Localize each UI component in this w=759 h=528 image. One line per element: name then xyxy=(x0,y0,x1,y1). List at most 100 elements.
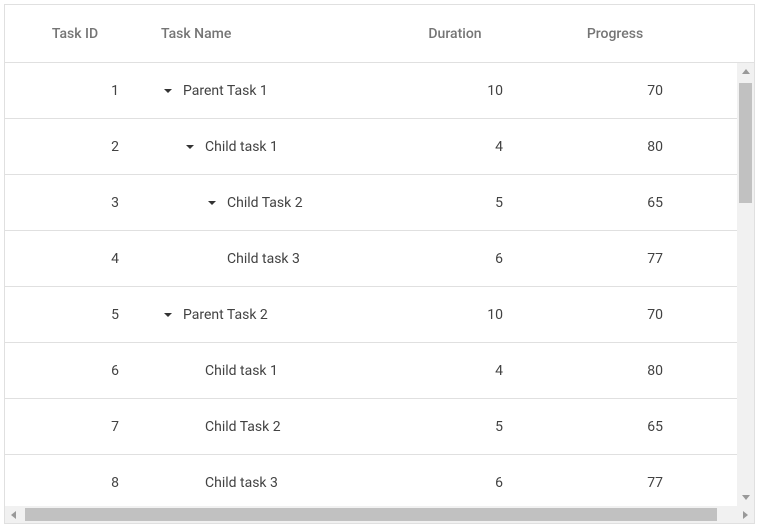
caret-down-icon[interactable] xyxy=(161,84,175,98)
duration-value: 6 xyxy=(495,475,503,491)
cell-duration: 10 xyxy=(375,63,535,118)
task-name-value: Child task 1 xyxy=(205,363,278,379)
progress-value: 77 xyxy=(647,475,663,491)
table-row[interactable]: 4 Child task 3 6 77 xyxy=(5,231,737,287)
cell-spacer xyxy=(695,455,737,506)
cell-task-id: 2 xyxy=(5,119,145,174)
column-header-label: Task Name xyxy=(161,26,231,42)
task-name-value: Parent Task 1 xyxy=(183,83,268,99)
cell-duration: 5 xyxy=(375,175,535,230)
horizontal-scrollbar-thumb[interactable] xyxy=(25,508,717,521)
cell-spacer xyxy=(695,175,737,230)
cell-task-name: Parent Task 2 xyxy=(145,287,375,342)
caret-down-icon[interactable] xyxy=(205,196,219,210)
cell-task-id: 4 xyxy=(5,231,145,286)
progress-value: 65 xyxy=(647,195,663,211)
cell-task-name: Child Task 2 xyxy=(145,175,375,230)
cell-task-name: Parent Task 1 xyxy=(145,63,375,118)
cell-progress: 77 xyxy=(535,455,695,506)
task-name-value: Child task 1 xyxy=(205,139,278,155)
cell-duration: 4 xyxy=(375,119,535,174)
progress-value: 77 xyxy=(647,251,663,267)
cell-progress: 65 xyxy=(535,175,695,230)
task-id-value: 6 xyxy=(111,363,119,379)
column-header-progress[interactable]: Progress xyxy=(535,5,695,62)
table-row[interactable]: 3 Child Task 2 5 65 xyxy=(5,175,737,231)
progress-value: 70 xyxy=(647,307,663,323)
cell-progress: 77 xyxy=(535,231,695,286)
scroll-arrow-up-icon[interactable] xyxy=(737,63,754,80)
progress-value: 65 xyxy=(647,419,663,435)
tree-indent xyxy=(161,370,183,371)
cell-task-id: 8 xyxy=(5,455,145,506)
column-header-label: Task ID xyxy=(52,26,98,42)
scroll-arrow-left-icon[interactable] xyxy=(5,506,22,523)
progress-value: 70 xyxy=(647,83,663,99)
tree-indent xyxy=(161,202,205,203)
task-id-value: 8 xyxy=(111,475,119,491)
cell-duration: 10 xyxy=(375,287,535,342)
cell-task-id: 6 xyxy=(5,343,145,398)
cell-task-id: 7 xyxy=(5,399,145,454)
cell-task-name: Child Task 2 xyxy=(145,399,375,454)
cell-spacer xyxy=(695,231,737,286)
table-row[interactable]: 1 Parent Task 1 10 70 xyxy=(5,63,737,119)
task-id-value: 1 xyxy=(111,83,119,99)
task-name-value: Parent Task 2 xyxy=(183,307,268,323)
duration-value: 10 xyxy=(487,307,503,323)
cell-progress: 70 xyxy=(535,287,695,342)
tree-grid: Task ID Task Name Duration Progress 1 Par… xyxy=(4,4,755,524)
tree-indent xyxy=(161,258,205,259)
cell-task-name: Child task 3 xyxy=(145,455,375,506)
task-id-value: 3 xyxy=(111,195,119,211)
cell-duration: 6 xyxy=(375,455,535,506)
cell-spacer xyxy=(695,63,737,118)
table-row[interactable]: 2 Child task 1 4 80 xyxy=(5,119,737,175)
cell-task-name: Child task 1 xyxy=(145,343,375,398)
table-row[interactable]: 5 Parent Task 2 10 70 xyxy=(5,287,737,343)
progress-value: 80 xyxy=(647,363,663,379)
task-name-value: Child Task 2 xyxy=(227,195,303,211)
tree-indent xyxy=(161,482,183,483)
cell-task-name: Child task 1 xyxy=(145,119,375,174)
cell-spacer xyxy=(695,399,737,454)
column-header-duration[interactable]: Duration xyxy=(375,5,535,62)
task-id-value: 2 xyxy=(111,139,119,155)
task-name-value: Child task 3 xyxy=(227,251,300,267)
task-name-value: Child task 3 xyxy=(205,475,278,491)
vertical-scrollbar[interactable] xyxy=(737,63,754,506)
tree-leaf-spacer xyxy=(183,426,205,427)
caret-down-icon[interactable] xyxy=(183,140,197,154)
table-row[interactable]: 6 Child task 1 4 80 xyxy=(5,343,737,399)
vertical-scrollbar-thumb[interactable] xyxy=(739,83,752,203)
tree-leaf-spacer xyxy=(183,370,205,371)
column-header-spacer xyxy=(695,5,754,62)
task-id-value: 5 xyxy=(111,307,119,323)
grid-body: 1 Parent Task 1 10 70 2 Child task 1 4 80 3 Child… xyxy=(5,63,754,506)
scroll-arrow-down-icon[interactable] xyxy=(737,489,754,506)
horizontal-scrollbar[interactable] xyxy=(5,506,754,523)
column-header-label: Duration xyxy=(428,26,481,42)
duration-value: 4 xyxy=(495,363,503,379)
cell-spacer xyxy=(695,343,737,398)
duration-value: 5 xyxy=(495,419,503,435)
tree-leaf-spacer xyxy=(205,258,227,259)
cell-spacer xyxy=(695,119,737,174)
cell-spacer xyxy=(695,287,737,342)
cell-progress: 65 xyxy=(535,399,695,454)
table-row[interactable]: 8 Child task 3 6 77 xyxy=(5,455,737,506)
grid-header-row: Task ID Task Name Duration Progress xyxy=(5,5,754,63)
duration-value: 4 xyxy=(495,139,503,155)
duration-value: 10 xyxy=(487,83,503,99)
duration-value: 6 xyxy=(495,251,503,267)
cell-progress: 70 xyxy=(535,63,695,118)
scroll-arrow-right-icon[interactable] xyxy=(737,506,754,523)
table-row[interactable]: 7Child Task 2 5 65 xyxy=(5,399,737,455)
cell-progress: 80 xyxy=(535,343,695,398)
cell-task-id: 5 xyxy=(5,287,145,342)
cell-duration: 6 xyxy=(375,231,535,286)
column-header-task-name[interactable]: Task Name xyxy=(145,5,375,62)
cell-progress: 80 xyxy=(535,119,695,174)
column-header-task-id[interactable]: Task ID xyxy=(5,5,145,62)
caret-down-icon[interactable] xyxy=(161,308,175,322)
